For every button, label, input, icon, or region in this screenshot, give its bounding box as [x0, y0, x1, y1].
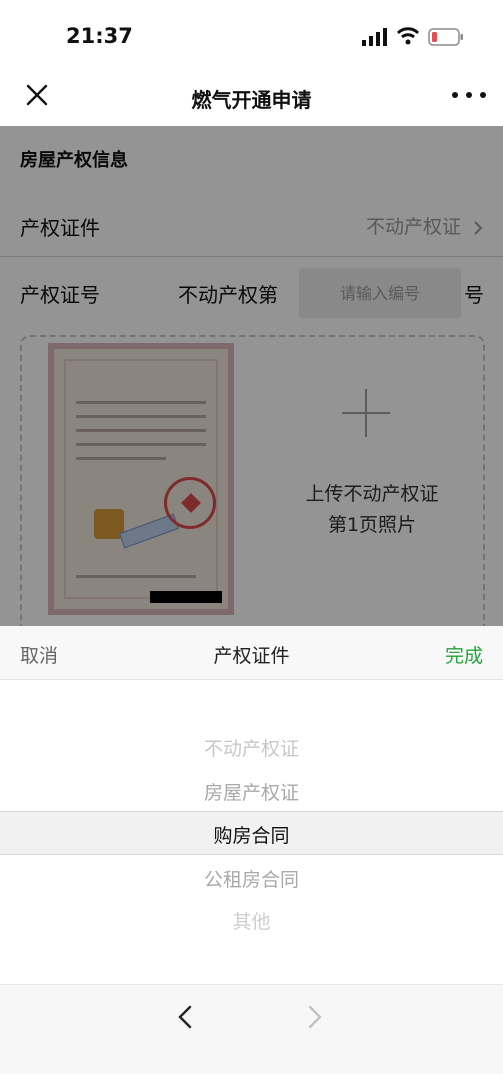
signal-icon: [362, 28, 387, 46]
done-button[interactable]: 完成: [445, 641, 483, 668]
battery-icon: [428, 28, 463, 46]
picker-option-selected[interactable]: 购房合同: [0, 821, 503, 848]
status-time: 21:37: [66, 24, 133, 48]
picker-option[interactable]: 其他: [0, 907, 503, 934]
modal-overlay[interactable]: [0, 126, 503, 626]
picker-option[interactable]: 房屋产权证: [0, 778, 503, 805]
nav-bar: 燃气开通申请: [0, 68, 503, 126]
chevron-right-icon[interactable]: [302, 1005, 326, 1029]
wifi-icon: [396, 27, 420, 45]
picker-option[interactable]: 公租房合同: [0, 865, 503, 892]
more-icon[interactable]: [452, 82, 486, 108]
picker-header: 产权证件 取消 完成: [0, 626, 503, 680]
option-picker[interactable]: 不动产权证 房屋产权证 购房合同 公租房合同 其他: [0, 681, 503, 981]
picker-sheet: 产权证件 取消 完成 不动产权证 房屋产权证 购房合同 公租房合同 其他: [0, 626, 503, 1074]
picker-option[interactable]: 不动产权证: [0, 734, 503, 761]
picker-title: 产权证件: [213, 645, 290, 667]
page-title: 燃气开通申请: [191, 88, 312, 112]
browser-footer: [0, 984, 503, 1074]
cancel-button[interactable]: 取消: [20, 641, 58, 668]
chevron-left-icon[interactable]: [174, 1005, 198, 1029]
status-bar: 21:37: [0, 0, 503, 68]
